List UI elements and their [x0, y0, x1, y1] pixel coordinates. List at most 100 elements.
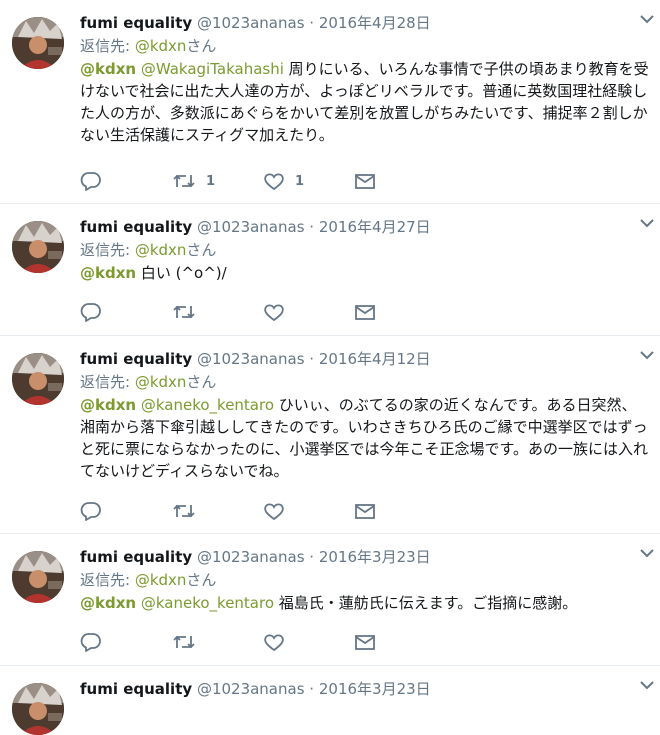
username[interactable]: @1023ananas	[197, 680, 305, 698]
like-button[interactable]	[263, 499, 285, 523]
timestamp[interactable]: 2016年3月23日	[319, 548, 431, 566]
timestamp[interactable]: 2016年4月27日	[319, 218, 431, 236]
avatar-image	[12, 551, 64, 603]
tweet-header: fumi equality @1023ananas · 2016年3月23日	[80, 546, 650, 568]
timestamp[interactable]: 2016年3月23日	[319, 680, 431, 698]
display-name[interactable]: fumi equality	[80, 680, 192, 698]
heart-icon	[264, 634, 284, 652]
tweet-text: @kdxn @kaneko_kentaro ひいぃ、のぶてるの家の近くなんです。…	[80, 394, 650, 482]
avatar[interactable]	[12, 683, 64, 735]
tweet-body: 福島氏・蓮舫氏に伝えます。ご指摘に感謝。	[274, 594, 578, 612]
tweet-header: fumi equality @1023ananas · 2016年4月12日	[80, 348, 650, 370]
mention-link[interactable]: @kdxn	[80, 264, 136, 282]
chevron-down-icon[interactable]	[640, 548, 654, 558]
username[interactable]: @1023ananas	[197, 548, 305, 566]
display-name[interactable]: fumi equality	[80, 14, 192, 32]
avatar[interactable]	[12, 221, 64, 273]
display-name[interactable]: fumi equality	[80, 548, 192, 566]
reply-context: 返信先: @kdxnさん	[80, 36, 650, 56]
tweet[interactable]: fumi equality @1023ananas · 2016年3月23日	[0, 666, 660, 735]
reply-prefix: 返信先:	[80, 571, 135, 589]
tweet-text: @kdxn 白い (^o^)/	[80, 262, 650, 284]
display-name[interactable]: fumi equality	[80, 218, 192, 236]
chevron-down-icon[interactable]	[640, 680, 654, 690]
reply-suffix: さん	[186, 241, 217, 259]
heart-icon	[264, 304, 284, 322]
retweet-button[interactable]	[172, 499, 196, 523]
tweet-actions	[80, 300, 400, 324]
reply-icon	[80, 502, 101, 521]
envelope-icon	[355, 504, 375, 519]
reply-icon	[80, 172, 101, 191]
tweet-actions: 1 1	[80, 169, 400, 193]
reply-user-link[interactable]: @kdxn	[135, 37, 187, 55]
separator-dot: ·	[309, 218, 315, 236]
reply-user-link[interactable]: @kdxn	[135, 241, 187, 259]
tweet[interactable]: fumi equality @1023ananas · 2016年4月28日 返…	[0, 0, 660, 204]
username[interactable]: @1023ananas	[197, 14, 305, 32]
like-button[interactable]	[263, 300, 285, 324]
direct-message-button[interactable]	[354, 300, 376, 324]
tweet-header: fumi equality @1023ananas · 2016年4月27日	[80, 216, 650, 238]
tweet[interactable]: fumi equality @1023ananas · 2016年4月12日 返…	[0, 336, 660, 534]
separator-dot: ·	[309, 548, 315, 566]
mention-link[interactable]: @kdxn	[80, 60, 136, 78]
chevron-down-icon[interactable]	[640, 14, 654, 24]
reply-user-link[interactable]: @kdxn	[135, 373, 187, 391]
reply-prefix: 返信先:	[80, 37, 135, 55]
envelope-icon	[355, 174, 375, 189]
reply-prefix: 返信先:	[80, 373, 135, 391]
direct-message-button[interactable]	[354, 499, 376, 523]
chevron-down-icon[interactable]	[640, 218, 654, 228]
envelope-icon	[355, 635, 375, 650]
mention-link[interactable]: @kdxn	[80, 594, 136, 612]
timeline: fumi equality @1023ananas · 2016年4月28日 返…	[0, 0, 660, 735]
mention-link[interactable]: @kdxn	[80, 396, 136, 414]
avatar[interactable]	[12, 17, 64, 69]
tweet-actions	[80, 499, 400, 523]
username[interactable]: @1023ananas	[197, 218, 305, 236]
reply-context: 返信先: @kdxnさん	[80, 570, 650, 590]
chevron-down-icon[interactable]	[640, 350, 654, 360]
username[interactable]: @1023ananas	[197, 350, 305, 368]
reply-prefix: 返信先:	[80, 241, 135, 259]
tweet[interactable]: fumi equality @1023ananas · 2016年4月27日 返…	[0, 204, 660, 336]
avatar[interactable]	[12, 353, 64, 405]
like-button[interactable]: 1	[263, 169, 304, 193]
mention-link[interactable]: @kaneko_kentaro	[141, 396, 274, 414]
tweet-text: @kdxn @WakagiTakahashi 周りにいる、いろんな事情で子供の頃…	[80, 58, 650, 146]
avatar[interactable]	[12, 551, 64, 603]
retweet-icon	[173, 504, 195, 518]
like-button[interactable]	[263, 630, 285, 654]
reply-button[interactable]	[80, 630, 102, 654]
retweet-button[interactable]	[172, 300, 196, 324]
tweet-header: fumi equality @1023ananas · 2016年4月28日	[80, 12, 650, 34]
like-count: 1	[295, 173, 305, 189]
tweet-actions	[80, 630, 400, 654]
separator-dot: ·	[309, 14, 315, 32]
retweet-button[interactable]: 1	[172, 169, 215, 193]
mention-link[interactable]: @kaneko_kentaro	[141, 594, 274, 612]
tweet-text: @kdxn @kaneko_kentaro 福島氏・蓮舫氏に伝えます。ご指摘に感…	[80, 592, 650, 614]
display-name[interactable]: fumi equality	[80, 350, 192, 368]
reply-context: 返信先: @kdxnさん	[80, 372, 650, 392]
mention-link[interactable]: @WakagiTakahashi	[141, 60, 284, 78]
heart-icon	[264, 503, 284, 521]
reply-user-link[interactable]: @kdxn	[135, 571, 187, 589]
tweet[interactable]: fumi equality @1023ananas · 2016年3月23日 返…	[0, 534, 660, 666]
direct-message-button[interactable]	[354, 630, 376, 654]
timestamp[interactable]: 2016年4月28日	[319, 14, 431, 32]
timestamp[interactable]: 2016年4月12日	[319, 350, 431, 368]
reply-button[interactable]	[80, 499, 102, 523]
reply-context: 返信先: @kdxnさん	[80, 240, 650, 260]
retweet-count: 1	[206, 173, 216, 189]
avatar-image	[12, 353, 64, 405]
retweet-icon	[173, 305, 195, 319]
retweet-button[interactable]	[172, 630, 196, 654]
reply-button[interactable]	[80, 169, 102, 193]
heart-icon	[264, 173, 284, 191]
direct-message-button[interactable]	[354, 169, 376, 193]
reply-button[interactable]	[80, 300, 102, 324]
avatar-image	[12, 221, 64, 273]
reply-suffix: さん	[186, 571, 217, 589]
